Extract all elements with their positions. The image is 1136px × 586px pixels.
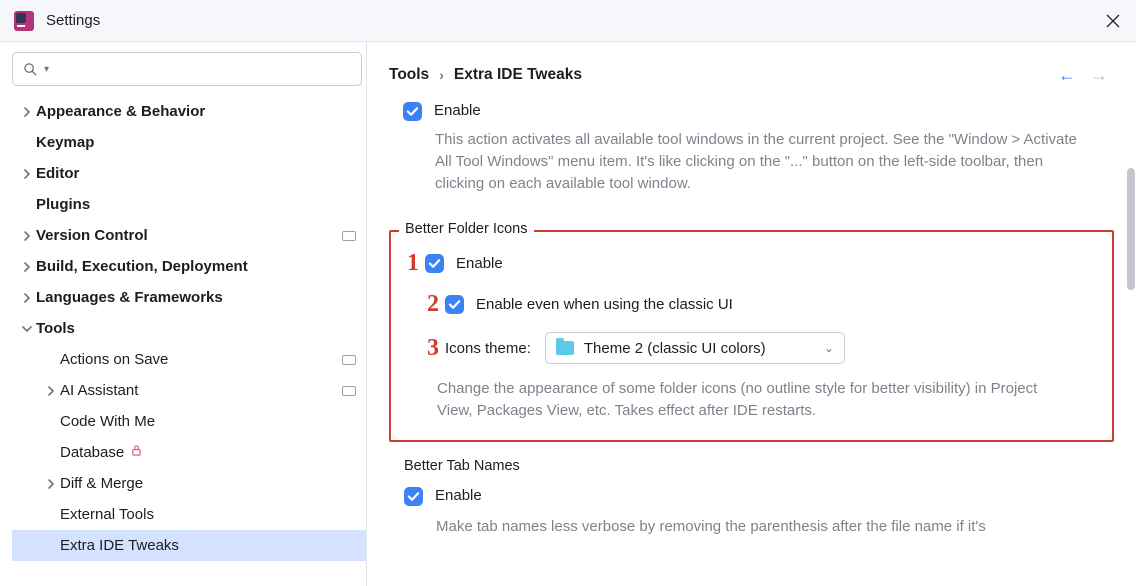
chevron-down-icon: ▾ [44,64,49,75]
annotation-3: 3 [413,335,439,362]
sidebar: ▾ Appearance & Behavior Keymap Editor Plugi… [0,42,367,586]
breadcrumb-leaf: Extra IDE Tweaks [454,66,582,84]
breadcrumb: Tools › Extra IDE Tweaks ← → [367,42,1136,88]
tree-item-label: Extra IDE Tweaks [60,537,179,554]
chevron-right-icon: › [439,67,444,83]
enable-classic-ui-checkbox[interactable] [445,295,464,314]
chevron-right-icon[interactable] [18,231,36,241]
tree-item-tools[interactable]: Tools [12,313,366,344]
lock-icon [130,444,143,461]
tree-item-plugins[interactable]: Plugins [12,189,366,220]
tree-item-label: External Tools [60,506,154,523]
chevron-right-icon[interactable] [42,386,60,396]
group-title-tabs: Better Tab Names [398,458,526,474]
tree-item-languages-frameworks[interactable]: Languages & Frameworks [12,282,366,313]
chevron-right-icon[interactable] [42,479,60,489]
nav-back-button[interactable]: ← [1058,65,1076,86]
tree-item-external-tools[interactable]: External Tools [12,499,366,530]
tree-item-build-execution-deployment[interactable]: Build, Execution, Deployment [12,251,366,282]
tree-item-actions-on-save[interactable]: Actions on Save [12,344,366,375]
tree-item-database[interactable]: Database [12,437,366,468]
group-title-folder: Better Folder Icons [399,221,534,237]
tree-item-label: Editor [36,165,79,182]
titlebar: Settings [0,0,1136,42]
scrollbar-thumb[interactable] [1127,168,1135,290]
icons-theme-value: Theme 2 (classic UI colors) [584,340,814,357]
window-title: Settings [46,12,100,29]
chevron-down-icon[interactable] [18,324,36,334]
tree-item-label: Keymap [36,134,94,151]
tree-item-ai-assistant[interactable]: AI Assistant [12,375,366,406]
tree-item-extra-ide-tweaks[interactable]: Extra IDE Tweaks [12,530,366,561]
chevron-down-icon: ⌄ [824,341,834,355]
annotation-1: 1 [393,250,419,277]
icons-theme-select[interactable]: Theme 2 (classic UI colors) ⌄ [545,332,845,364]
enable-folder-icons-label: Enable [456,255,503,272]
tree-item-label: Appearance & Behavior [36,103,205,120]
icons-theme-label: Icons theme: [445,340,531,357]
search-input[interactable]: ▾ [12,52,362,86]
tree-item-label: Build, Execution, Deployment [36,258,248,275]
chevron-right-icon[interactable] [18,169,36,179]
tree-item-label: Version Control [36,227,148,244]
enable-activate-checkbox[interactable] [403,102,422,121]
settings-tree: Appearance & Behavior Keymap Editor Plugins… [12,96,366,586]
better-tab-names-group: Better Tab Names Enable Make tab names l… [389,468,1114,549]
tree-item-version-control[interactable]: Version Control [12,220,366,251]
better-folder-icons-group: Better Folder Icons 1 Enable 2 Enable ev… [389,230,1114,442]
project-scope-badge-icon [342,386,356,396]
tree-item-label: Database [60,444,124,461]
enable-classic-ui-label: Enable even when using the classic UI [476,296,733,313]
project-scope-badge-icon [342,231,356,241]
enable-tab-names-label: Enable [435,487,482,504]
enable-tab-names-checkbox[interactable] [404,487,423,506]
tab-names-description: Make tab names less verbose by removing … [390,506,1107,538]
folder-icons-description: Change the appearance of some folder ico… [391,364,1102,422]
chevron-right-icon[interactable] [18,293,36,303]
enable-folder-icons-checkbox[interactable] [425,254,444,273]
project-scope-badge-icon [342,355,356,365]
tree-item-label: Code With Me [60,413,155,430]
tree-item-code-with-me[interactable]: Code With Me [12,406,366,437]
tree-item-label: Tools [36,320,75,337]
annotation-2: 2 [413,291,439,318]
tree-item-label: Plugins [36,196,90,213]
chevron-right-icon[interactable] [18,262,36,272]
close-icon[interactable] [1104,12,1122,30]
tree-item-diff-merge[interactable]: Diff & Merge [12,468,366,499]
tree-item-label: AI Assistant [60,382,138,399]
search-icon [23,62,38,77]
tree-item-keymap[interactable]: Keymap [12,127,366,158]
folder-icon [556,341,574,355]
tree-item-label: Languages & Frameworks [36,289,223,306]
enable-activate-label: Enable [434,102,481,119]
tree-item-editor[interactable]: Editor [12,158,366,189]
chevron-right-icon[interactable] [18,107,36,117]
breadcrumb-root[interactable]: Tools [389,66,429,84]
nav-forward-button: → [1090,65,1108,86]
activate-description: This action activates all available tool… [389,121,1114,194]
tree-item-appearance-behavior[interactable]: Appearance & Behavior [12,96,366,127]
vertical-scrollbar[interactable] [1126,42,1136,586]
app-logo-icon [14,11,34,31]
tree-item-label: Diff & Merge [60,475,143,492]
tree-item-label: Actions on Save [60,351,168,368]
main-panel: Tools › Extra IDE Tweaks ← → Enable This… [367,42,1136,586]
